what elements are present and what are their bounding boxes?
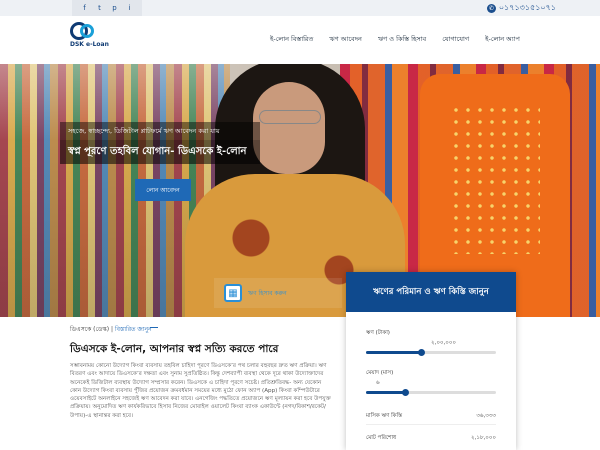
loan-amount-slider-handle[interactable] xyxy=(417,349,425,356)
details-link[interactable]: বিস্তারিত জানুন xyxy=(115,326,152,333)
calculator-shortcut[interactable]: ▦ ঋণ হিসাব করুন xyxy=(214,278,342,308)
total-payment-label: মোট পরিশোধ xyxy=(366,435,397,441)
loan-amount-value: ২,০০,০০০ xyxy=(431,340,456,346)
loan-term-value: ৬ xyxy=(376,380,380,386)
instagram-icon[interactable]: i xyxy=(125,4,134,13)
top-bar: f t p i ✆ ০১৭১৩১৫১০৭১ xyxy=(0,0,600,16)
logo-mark xyxy=(70,22,96,40)
loan-amount-label: ঋণ (টাকা) xyxy=(366,330,390,336)
menu-item-loan-calculation[interactable]: ঋণ ও কিস্তি হিসাব xyxy=(378,34,426,45)
monthly-installment-label: মাসিক ঋণ কিস্তি xyxy=(366,413,403,419)
hero-title: স্বপ্ন পূরণে তহবিল যোগান- ডিএসকে ই-লোন xyxy=(60,140,260,164)
twitter-icon[interactable]: t xyxy=(95,4,104,13)
hero-tagline: সহজে, স্বাচ্ছন্দ্যে, ডিজিটাল প্লাটফর্মে … xyxy=(60,122,260,140)
logo[interactable]: DSK e-Loan xyxy=(70,22,109,48)
social-links: f t p i xyxy=(72,0,142,16)
breadcrumb: ডিএসকে (ডেস্ক) | বিস্তারিত জানুন xyxy=(70,326,152,333)
total-payment-value: ২,১৮,০০০ xyxy=(471,435,496,441)
about-section: ডিএসকে (ডেস্ক) | বিস্তারিত জানুন ডিএসকে … xyxy=(0,317,340,450)
section-body: সম্ভাবনাময় কোনো উদ্যোগ কিংবা ব্যবসায় ত… xyxy=(70,363,331,419)
apply-loan-button[interactable]: লোন আবেদন xyxy=(135,179,191,201)
facebook-icon[interactable]: f xyxy=(80,4,89,13)
calculator-title: ঋণের পরিমান ও ঋণ কিস্তি জানুন xyxy=(346,272,516,312)
loan-term-slider-handle[interactable] xyxy=(402,389,409,396)
section-title: ডিএসকে ই-লোন, আপনার স্বপ্ন সত্যি করতে পা… xyxy=(70,343,279,355)
monthly-installment-value: ৩৬,৩৩৩ xyxy=(476,413,496,419)
loan-term-label: মেয়াদ (মাস) xyxy=(366,370,394,376)
pinterest-icon[interactable]: p xyxy=(110,4,119,13)
menu-item-eloan-details[interactable]: ই-লোন বিস্তারিত xyxy=(270,34,313,45)
logo-text: DSK e-Loan xyxy=(70,41,109,48)
loan-term-slider[interactable] xyxy=(366,389,496,396)
menu-bar: ই-লোন বিস্তারিত ঋণ আবেদন ঋণ ও কিস্তি হিস… xyxy=(270,34,536,45)
calculator-icon: ▦ xyxy=(224,284,242,302)
calculator-shortcut-label: ঋণ হিসাব করুন xyxy=(248,289,287,297)
menu-item-contact[interactable]: যোগাযোগ xyxy=(442,34,469,45)
menu-item-eloan-app[interactable]: ই-লোন অ্যাপ xyxy=(485,34,520,45)
phone-icon: ✆ xyxy=(486,3,496,13)
loan-calculator: ঋণের পরিমান ও ঋণ কিস্তি জানুন ঋণ (টাকা) … xyxy=(346,272,516,450)
phone-number: ০১৭১৩১৫১০৭১ xyxy=(498,2,556,12)
loan-amount-slider[interactable] xyxy=(366,349,496,356)
menu-item-loan-apply[interactable]: ঋণ আবেদন xyxy=(329,34,361,45)
phone-contact[interactable]: ✆ ০১৭১৩১৫১০৭১ xyxy=(486,0,556,16)
